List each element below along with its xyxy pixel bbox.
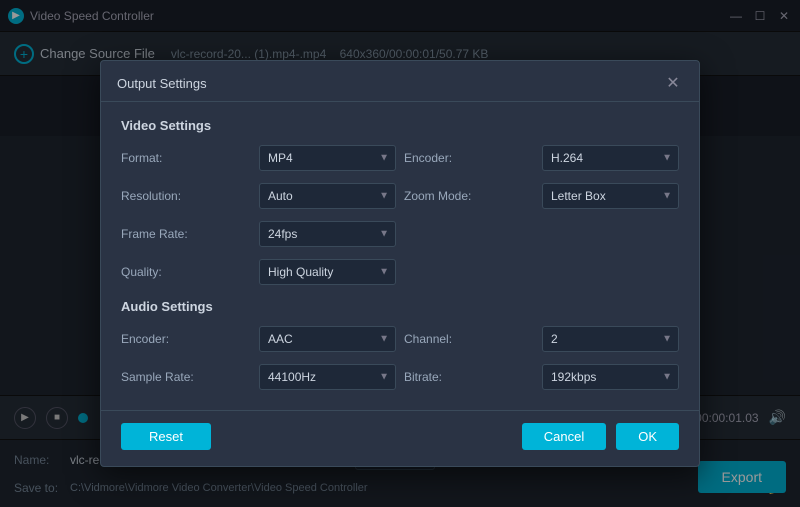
modal-footer-right: Cancel OK <box>522 423 679 450</box>
modal-overlay: Output Settings ✕ Video Settings Format:… <box>0 0 800 507</box>
channel-select-wrap: 2 ▼ <box>542 326 679 352</box>
sample-rate-label: Sample Rate: <box>121 370 251 384</box>
reset-button[interactable]: Reset <box>121 423 211 450</box>
format-select[interactable]: MP4 <box>259 145 396 171</box>
bitrate-label: Bitrate: <box>404 370 534 384</box>
modal-close-button[interactable]: ✕ <box>663 73 683 93</box>
audio-encoder-select-wrap: AAC ▼ <box>259 326 396 352</box>
bitrate-select-wrap: 192kbps ▼ <box>542 364 679 390</box>
quality-select-wrap: High Quality ▼ <box>259 259 396 285</box>
zoom-mode-select[interactable]: Letter Box <box>542 183 679 209</box>
output-settings-modal: Output Settings ✕ Video Settings Format:… <box>100 60 700 467</box>
video-settings-grid: Format: MP4 ▼ Encoder: H.264 ▼ Resolutio… <box>121 145 679 285</box>
encoder-select[interactable]: H.264 <box>542 145 679 171</box>
modal-footer: Reset Cancel OK <box>101 410 699 466</box>
sample-rate-select-wrap: 44100Hz ▼ <box>259 364 396 390</box>
resolution-label: Resolution: <box>121 189 251 203</box>
resolution-select-wrap: Auto ▼ <box>259 183 396 209</box>
frame-rate-select-wrap: 24fps ▼ <box>259 221 396 247</box>
modal-title: Output Settings <box>117 76 207 91</box>
zoom-mode-select-wrap: Letter Box ▼ <box>542 183 679 209</box>
sample-rate-select[interactable]: 44100Hz <box>259 364 396 390</box>
modal-body: Video Settings Format: MP4 ▼ Encoder: H.… <box>101 102 699 406</box>
format-select-wrap: MP4 ▼ <box>259 145 396 171</box>
encoder-select-wrap: H.264 ▼ <box>542 145 679 171</box>
cancel-button[interactable]: Cancel <box>522 423 606 450</box>
quality-select[interactable]: High Quality <box>259 259 396 285</box>
channel-label: Channel: <box>404 332 534 346</box>
channel-select[interactable]: 2 <box>542 326 679 352</box>
modal-header: Output Settings ✕ <box>101 61 699 102</box>
video-section-title: Video Settings <box>121 118 679 133</box>
frame-rate-select[interactable]: 24fps <box>259 221 396 247</box>
format-label: Format: <box>121 151 251 165</box>
frame-rate-label: Frame Rate: <box>121 227 251 241</box>
ok-button[interactable]: OK <box>616 423 679 450</box>
encoder-label: Encoder: <box>404 151 534 165</box>
bitrate-select[interactable]: 192kbps <box>542 364 679 390</box>
resolution-select[interactable]: Auto <box>259 183 396 209</box>
zoom-mode-label: Zoom Mode: <box>404 189 534 203</box>
quality-label: Quality: <box>121 265 251 279</box>
audio-section-title: Audio Settings <box>121 299 679 314</box>
audio-settings-grid: Encoder: AAC ▼ Channel: 2 ▼ Sample Rate: <box>121 326 679 390</box>
audio-encoder-label: Encoder: <box>121 332 251 346</box>
audio-encoder-select[interactable]: AAC <box>259 326 396 352</box>
